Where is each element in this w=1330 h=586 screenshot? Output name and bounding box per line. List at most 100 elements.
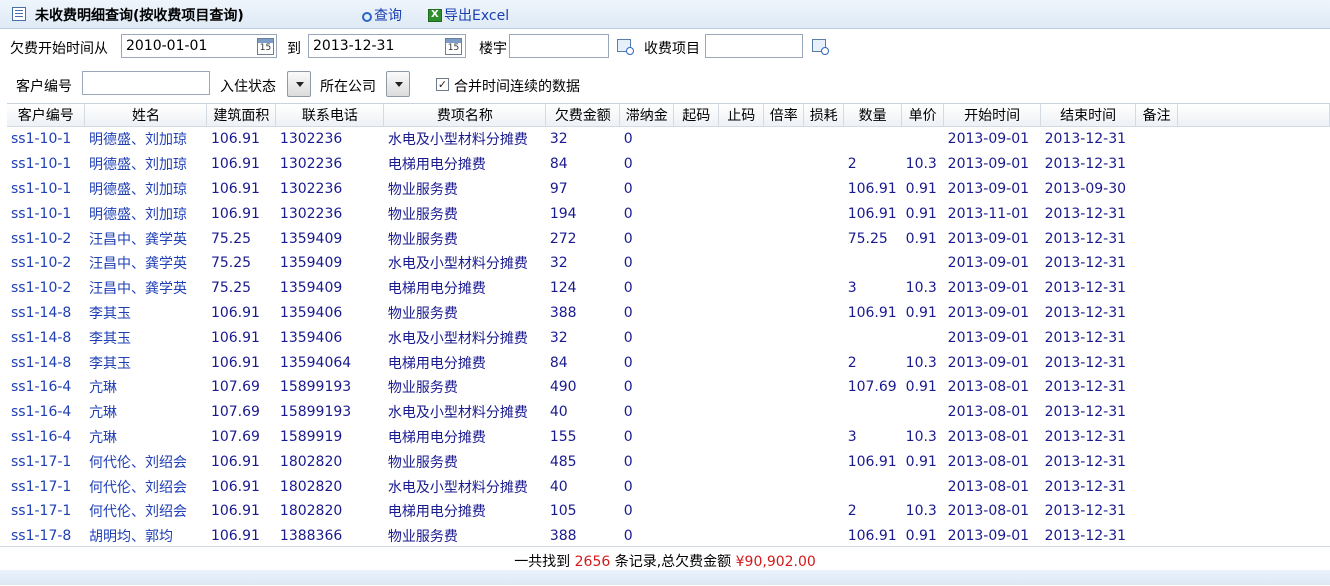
table-cell: 1302236 bbox=[279, 131, 343, 148]
table-cell bbox=[764, 152, 804, 177]
start-calendar-icon[interactable]: 15 bbox=[257, 38, 274, 55]
occupancy-status-dropdown[interactable] bbox=[287, 71, 311, 97]
charge-item-input[interactable] bbox=[705, 34, 803, 58]
export-excel-button[interactable]: 导出Excel bbox=[428, 5, 509, 25]
table-cell bbox=[804, 177, 844, 202]
table-row[interactable]: ss1-10-1 明德盛、刘加琼 106.91 1302236 物业服务费 194 0 106… bbox=[7, 201, 1330, 226]
table-cell bbox=[719, 449, 764, 474]
end-date-input[interactable] bbox=[308, 34, 466, 58]
table-row[interactable]: ss1-10-1 明德盛、刘加琼 106.91 1302236 电梯用电分摊费 84 0 2 1… bbox=[7, 152, 1330, 177]
end-calendar-icon[interactable]: 15 bbox=[445, 38, 462, 55]
table-cell: 2013-09-01 bbox=[947, 354, 1030, 371]
table-cell bbox=[719, 350, 764, 375]
column-header[interactable]: 欠费金额 bbox=[545, 104, 621, 127]
table-row[interactable]: ss1-10-2 汪昌中、龚学英 75.25 1359409 物业服务费 272 0 75.2… bbox=[7, 226, 1330, 251]
column-header[interactable]: 建筑面积 bbox=[206, 104, 277, 127]
column-header[interactable]: 结束时间 bbox=[1040, 104, 1137, 127]
table-cell: 0 bbox=[623, 428, 633, 445]
column-header[interactable]: 备注 bbox=[1135, 104, 1179, 127]
table-cell bbox=[674, 251, 719, 276]
table-cell bbox=[764, 375, 804, 400]
table-cell bbox=[844, 474, 902, 499]
table-cell bbox=[719, 499, 764, 524]
table-body: ss1-10-1 明德盛、刘加琼 106.91 1302236 水电及小型材料分摊费 32… bbox=[7, 127, 1330, 547]
column-header[interactable]: 滞纳金 bbox=[619, 104, 675, 127]
table-cell-filler bbox=[1178, 127, 1330, 152]
charge-item-picker-icon[interactable] bbox=[812, 39, 829, 55]
table-cell-filler bbox=[1178, 425, 1330, 450]
table-cell bbox=[1136, 425, 1178, 450]
table-row[interactable]: ss1-17-1 何代伦、刘绍会 106.91 1802820 电梯用电分摊费 105 0 2… bbox=[7, 499, 1330, 524]
column-header[interactable]: 倍率 bbox=[763, 104, 805, 127]
table-row[interactable]: ss1-10-2 汪昌中、龚学英 75.25 1359409 水电及小型材料分摊费 32 0… bbox=[7, 251, 1330, 276]
table-cell: 3 bbox=[847, 428, 857, 445]
table-row[interactable]: ss1-17-1 何代伦、刘绍会 106.91 1802820 水电及小型材料分摊费 40… bbox=[7, 474, 1330, 499]
company-label: 所在公司 bbox=[320, 79, 376, 95]
table-row[interactable]: ss1-14-8 李其玉 106.91 1359406 水电及小型材料分摊费 32 0 201… bbox=[7, 325, 1330, 350]
table-cell bbox=[1136, 524, 1178, 546]
table-cell: 40 bbox=[549, 478, 568, 495]
table-cell: 2013-08-01 bbox=[947, 404, 1030, 421]
table-cell bbox=[804, 400, 844, 425]
table-cell: 0 bbox=[623, 354, 633, 371]
table-cell-filler bbox=[1178, 201, 1330, 226]
table-row[interactable]: ss1-14-8 李其玉 106.91 13594064 电梯用电分摊费 84 0 2 10.3… bbox=[7, 350, 1330, 375]
table-row[interactable]: ss1-17-1 何代伦、刘绍会 106.91 1802820 物业服务费 485 0 106… bbox=[7, 449, 1330, 474]
table-cell bbox=[1136, 474, 1178, 499]
table-row[interactable]: ss1-14-8 李其玉 106.91 1359406 物业服务费 388 0 106.91 0… bbox=[7, 301, 1330, 326]
table-cell: 2013-12-31 bbox=[1044, 453, 1127, 470]
table-cell: 0 bbox=[623, 304, 633, 321]
table-cell: 485 bbox=[549, 453, 577, 470]
table-cell: 0.91 bbox=[905, 205, 937, 222]
table-cell: ss1-10-2 bbox=[11, 280, 72, 297]
column-header[interactable]: 起码 bbox=[673, 104, 720, 127]
customer-id-input[interactable] bbox=[82, 71, 210, 95]
page-title: 未收费明细查询(按收费项目查询) bbox=[35, 8, 244, 24]
table-cell: 亢琳 bbox=[88, 429, 117, 446]
table-cell bbox=[804, 449, 844, 474]
table-cell bbox=[674, 449, 719, 474]
table-cell: 0.91 bbox=[905, 304, 937, 321]
query-button[interactable]: 查询 bbox=[362, 5, 402, 25]
table-cell: ss1-17-1 bbox=[11, 453, 72, 470]
table-cell: 0.91 bbox=[905, 528, 937, 545]
table-cell: 272 bbox=[549, 230, 577, 247]
table-cell: ss1-14-8 bbox=[11, 354, 72, 371]
table-cell: 106.91 bbox=[210, 478, 260, 495]
table-row[interactable]: ss1-17-8 胡明均、郭均 106.91 1388366 物业服务费 388 0 106.… bbox=[7, 524, 1330, 546]
company-dropdown[interactable] bbox=[386, 71, 410, 97]
table-row[interactable]: ss1-10-1 明德盛、刘加琼 106.91 1302236 物业服务费 97 0 106.… bbox=[7, 177, 1330, 202]
column-header[interactable]: 止码 bbox=[718, 104, 765, 127]
table-cell: 0 bbox=[623, 156, 633, 173]
column-header[interactable]: 姓名 bbox=[84, 104, 208, 127]
table-row[interactable]: ss1-16-4 亢琳 107.69 1589919 电梯用电分摊费 155 0 3 10.3 2… bbox=[7, 425, 1330, 450]
column-header[interactable]: 客户编号 bbox=[7, 104, 86, 127]
table-cell: 13594064 bbox=[279, 354, 352, 371]
column-header[interactable]: 费项名称 bbox=[383, 104, 547, 127]
table-cell: 2013-12-31 bbox=[1044, 329, 1127, 346]
table-cell: 物业服务费 bbox=[387, 454, 458, 471]
table-cell: 84 bbox=[549, 156, 568, 173]
table-row[interactable]: ss1-10-1 明德盛、刘加琼 106.91 1302236 水电及小型材料分摊费 32… bbox=[7, 127, 1330, 152]
table-cell: 水电及小型材料分摊费 bbox=[387, 132, 528, 149]
table-cell-filler bbox=[1178, 325, 1330, 350]
table-row[interactable]: ss1-16-4 亢琳 107.69 15899193 水电及小型材料分摊费 40 0 201… bbox=[7, 400, 1330, 425]
table-cell bbox=[719, 325, 764, 350]
table-cell: 2 bbox=[847, 354, 857, 371]
start-date-input[interactable] bbox=[121, 34, 277, 58]
table-cell: 0.91 bbox=[905, 230, 937, 247]
table-cell bbox=[844, 251, 902, 276]
table-cell: 1359406 bbox=[279, 329, 343, 346]
building-input[interactable] bbox=[509, 34, 609, 58]
column-header[interactable]: 损耗 bbox=[803, 104, 845, 127]
building-picker-icon[interactable] bbox=[617, 39, 634, 55]
table-cell: 2013-12-31 bbox=[1044, 156, 1127, 173]
column-header[interactable]: 开始时间 bbox=[943, 104, 1042, 127]
column-header[interactable]: 联系电话 bbox=[275, 104, 385, 127]
column-header[interactable]: 数量 bbox=[843, 104, 903, 127]
merge-checkbox[interactable]: ✓ bbox=[436, 78, 449, 91]
column-header[interactable]: 单价 bbox=[901, 104, 945, 127]
table-row[interactable]: ss1-10-2 汪昌中、龚学英 75.25 1359409 电梯用电分摊费 124 0 3 1… bbox=[7, 276, 1330, 301]
start-time-label: 欠费开始时间从 bbox=[10, 41, 108, 57]
table-row[interactable]: ss1-16-4 亢琳 107.69 15899193 物业服务费 490 0 107.69 0… bbox=[7, 375, 1330, 400]
